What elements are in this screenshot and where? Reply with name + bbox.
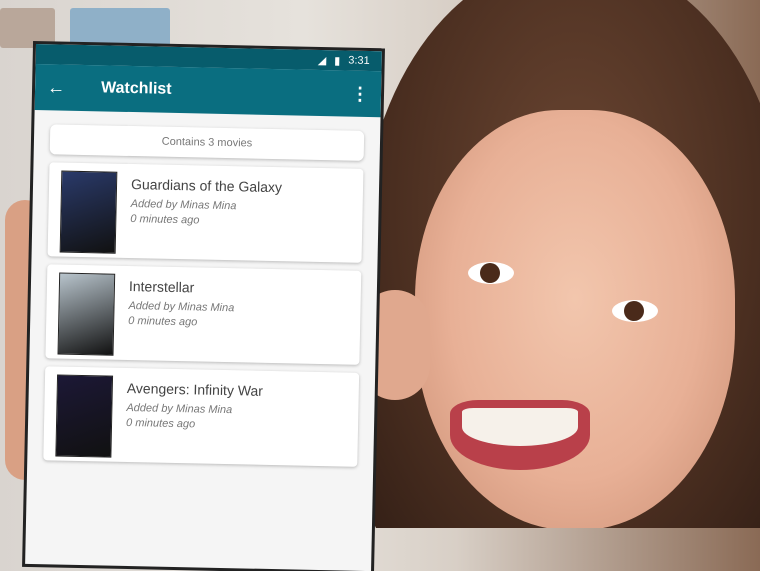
movie-list: Guardians of the Galaxy Added by Minas M… bbox=[43, 162, 364, 467]
face bbox=[415, 110, 735, 528]
movie-count-banner: Contains 3 movies bbox=[49, 124, 365, 161]
movie-info: Guardians of the Galaxy Added by Minas M… bbox=[116, 172, 283, 253]
movie-title: Avengers: Infinity War bbox=[126, 379, 264, 399]
added-time: 0 minutes ago bbox=[128, 314, 198, 329]
movie-card[interactable]: Interstellar Added by Minas Mina 0 minut… bbox=[45, 264, 362, 365]
page-title: Watchlist bbox=[100, 79, 172, 98]
added-time: 0 minutes ago bbox=[130, 213, 200, 227]
wall-picture bbox=[70, 8, 170, 48]
back-arrow-icon[interactable]: ← bbox=[47, 77, 87, 99]
movie-poster bbox=[57, 272, 116, 356]
more-options-icon[interactable]: ⋮ bbox=[351, 83, 369, 104]
right-eye bbox=[612, 300, 658, 322]
movie-info: Interstellar Added by Minas Mina 0 minut… bbox=[114, 274, 235, 354]
left-eye bbox=[468, 262, 514, 284]
movie-poster bbox=[55, 374, 114, 458]
battery-icon: ▮ bbox=[334, 54, 341, 67]
signal-icon: ◢ bbox=[317, 54, 327, 67]
added-time: 0 minutes ago bbox=[125, 416, 196, 431]
clock: 3:31 bbox=[348, 54, 370, 67]
movie-title: Guardians of the Galaxy bbox=[130, 176, 283, 196]
phone-screen: ◢ ▮ 3:31 ← Watchlist ⋮ Contains 3 movies… bbox=[25, 44, 382, 571]
watchlist-content: Contains 3 movies Guardians of the Galax… bbox=[27, 110, 380, 467]
movie-title: Interstellar bbox=[128, 278, 195, 296]
app-toolbar: ← Watchlist ⋮ bbox=[34, 63, 382, 118]
movie-poster bbox=[59, 170, 118, 254]
teeth bbox=[462, 408, 578, 446]
wall-picture bbox=[0, 8, 55, 48]
movie-info: Avengers: Infinity War Added by Minas Mi… bbox=[111, 376, 263, 457]
movie-card[interactable]: Guardians of the Galaxy Added by Minas M… bbox=[47, 162, 364, 263]
movie-card[interactable]: Avengers: Infinity War Added by Minas Mi… bbox=[43, 366, 360, 467]
